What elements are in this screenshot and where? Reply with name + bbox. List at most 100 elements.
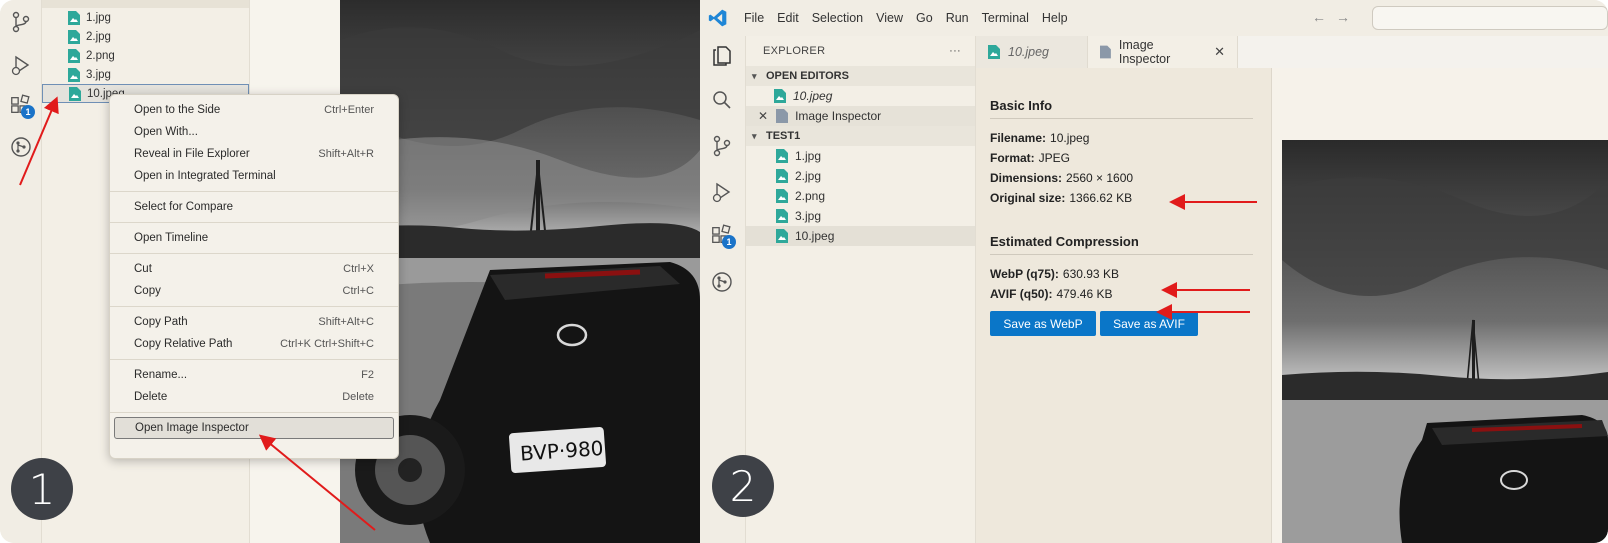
menu-bar: File Edit Selection View Go Run Terminal Help xyxy=(744,11,1081,25)
image-file-icon xyxy=(68,10,80,25)
menu-view[interactable]: View xyxy=(876,11,903,25)
file-name: 2.png xyxy=(86,49,115,62)
context-menu-item[interactable]: Copy Relative Path Ctrl+K Ctrl+Shift+C xyxy=(110,333,398,355)
chevron-down-icon: ▾ xyxy=(752,70,757,81)
image-inspector-panel: Basic Info Filename: 10.jpeg Format: JPEG … xyxy=(976,68,1272,543)
menu-item-label: Select for Compare xyxy=(134,201,234,213)
project-section[interactable]: ▾ TEST1 xyxy=(746,126,975,146)
step-1-badge: 1 xyxy=(11,458,73,520)
tab-10-jpeg[interactable]: 10.jpeg xyxy=(976,36,1088,68)
menu-separator xyxy=(110,222,398,223)
panel-2: File Edit Selection View Go Run Terminal Help ←… xyxy=(700,0,1608,543)
menu-item-label: Open With... xyxy=(134,126,198,138)
image-file-icon xyxy=(776,209,788,223)
git-graph-icon[interactable] xyxy=(9,135,33,159)
file-item[interactable]: 10.jpeg xyxy=(746,226,975,246)
menu-item-label: Open in Integrated Terminal xyxy=(134,170,276,182)
file-item[interactable]: 2.jpg xyxy=(42,27,249,46)
menu-separator xyxy=(110,191,398,192)
context-menu-item[interactable]: Open Timeline xyxy=(110,227,398,249)
open-editor-item[interactable]: ✕ Image Inspector xyxy=(746,106,975,126)
image-file-icon xyxy=(776,149,788,163)
extensions-badge: 1 xyxy=(21,105,35,119)
tab-label: 10.jpeg xyxy=(1008,45,1050,59)
filename-label: Filename: xyxy=(990,131,1047,145)
save-avif-button[interactable]: Save as AVIF xyxy=(1100,311,1198,336)
dimensions-row: Dimensions: 2560 × 1600 xyxy=(990,168,1253,188)
panel-1: 1 1.jpg 2.jpg 2.png 3.jpg 10.jpeg BVP·98… xyxy=(0,0,700,543)
context-menu-item[interactable]: Reveal in File Explorer Shift+Alt+R xyxy=(110,143,398,165)
save-webp-button[interactable]: Save as WebP xyxy=(990,311,1096,336)
file-item[interactable]: 3.jpg xyxy=(42,65,249,84)
image-file-icon xyxy=(68,67,80,82)
context-menu-item[interactable]: Select for Compare xyxy=(110,196,398,218)
command-center-input[interactable] xyxy=(1372,6,1608,30)
extensions-icon[interactable]: 1 xyxy=(710,224,736,252)
avif-label: AVIF (q50): xyxy=(990,287,1053,301)
avif-row: AVIF (q50): 479.46 KB xyxy=(990,284,1253,304)
context-menu-item[interactable]: Open in Integrated Terminal xyxy=(110,165,398,187)
open-editors-label: OPEN EDITORS xyxy=(766,70,849,82)
open-editors-section[interactable]: ▾ OPEN EDITORS xyxy=(746,66,975,86)
save-buttons: Save as WebP Save as AVIF xyxy=(990,311,1253,336)
open-editor-item[interactable]: 10.jpeg xyxy=(746,86,975,106)
image-file-icon xyxy=(776,189,788,203)
menu-item-shortcut: Ctrl+Enter xyxy=(324,104,374,116)
image-file-icon xyxy=(774,89,786,103)
menu-edit[interactable]: Edit xyxy=(777,11,799,25)
close-icon[interactable]: ✕ xyxy=(758,109,768,123)
file-item[interactable]: 1.jpg xyxy=(746,146,975,166)
menu-help[interactable]: Help xyxy=(1042,11,1068,25)
image-file-icon xyxy=(69,86,81,101)
file-name: 1.jpg xyxy=(86,11,111,24)
forward-arrow-icon[interactable]: → xyxy=(1336,9,1360,25)
back-arrow-icon[interactable]: ← xyxy=(1312,9,1336,25)
menu-go[interactable]: Go xyxy=(916,11,933,25)
compression-heading: Estimated Compression xyxy=(990,234,1253,255)
context-menu-item[interactable]: Rename... F2 xyxy=(110,364,398,386)
editor-tabs: 10.jpeg Image Inspector ✕ xyxy=(976,36,1608,68)
context-menu-item[interactable]: Cut Ctrl+X xyxy=(110,258,398,280)
explorer-files-icon[interactable] xyxy=(710,44,734,68)
menu-terminal[interactable]: Terminal xyxy=(982,11,1029,25)
explorer-header-strip xyxy=(42,0,249,8)
context-menu-item[interactable]: Delete Delete xyxy=(110,386,398,408)
file-item[interactable]: 2.png xyxy=(746,186,975,206)
menu-item-shortcut: F2 xyxy=(361,369,374,381)
context-menu-item[interactable]: Open With... xyxy=(110,121,398,143)
dimensions-label: Dimensions: xyxy=(990,171,1063,185)
car-photo-preview xyxy=(1282,140,1608,543)
screenshot-frame: 1 1.jpg 2.jpg 2.png 3.jpg 10.jpeg BVP·98… xyxy=(0,0,1608,543)
dimensions-value: 2560 × 1600 xyxy=(1066,171,1134,185)
open-editor-label: 10.jpeg xyxy=(793,89,833,103)
explorer-sidebar: EXPLORER ··· ▾ OPEN EDITORS 10.jpeg ✕ Ima… xyxy=(746,36,976,543)
original-size-value: 1366.62 KB xyxy=(1069,191,1133,205)
run-debug-icon[interactable] xyxy=(9,53,33,77)
source-control-icon[interactable] xyxy=(9,10,33,34)
step-2-badge: 2 xyxy=(712,455,774,517)
search-icon[interactable] xyxy=(710,88,734,112)
menu-selection[interactable]: Selection xyxy=(812,11,863,25)
source-control-icon[interactable] xyxy=(710,134,734,158)
context-menu-item[interactable]: Copy Path Shift+Alt+C xyxy=(110,311,398,333)
file-item[interactable]: 1.jpg xyxy=(42,8,249,27)
git-graph-icon[interactable] xyxy=(710,270,734,294)
close-icon[interactable]: ✕ xyxy=(1214,44,1225,60)
explorer-header: EXPLORER ··· xyxy=(746,36,975,66)
explorer-more-button[interactable]: ··· xyxy=(949,45,961,57)
menu-item-label: Open Image Inspector xyxy=(135,422,249,434)
extensions-icon[interactable]: 1 xyxy=(9,94,35,122)
context-menu-item[interactable]: Copy Ctrl+C xyxy=(110,280,398,302)
menu-item-shortcut: Shift+Alt+C xyxy=(318,316,374,328)
image-file-icon xyxy=(776,229,788,243)
file-item[interactable]: 3.jpg xyxy=(746,206,975,226)
file-item[interactable]: 2.jpg xyxy=(746,166,975,186)
tab-image-inspector[interactable]: Image Inspector ✕ xyxy=(1088,36,1238,68)
menu-file[interactable]: File xyxy=(744,11,764,25)
menu-run[interactable]: Run xyxy=(946,11,969,25)
context-menu-item[interactable]: Open to the Side Ctrl+Enter xyxy=(110,99,398,121)
file-item[interactable]: 2.png xyxy=(42,46,249,65)
run-debug-icon[interactable] xyxy=(710,180,734,204)
context-menu-item[interactable]: Open Image Inspector xyxy=(114,417,394,439)
menu-item-label: Copy xyxy=(134,285,161,297)
